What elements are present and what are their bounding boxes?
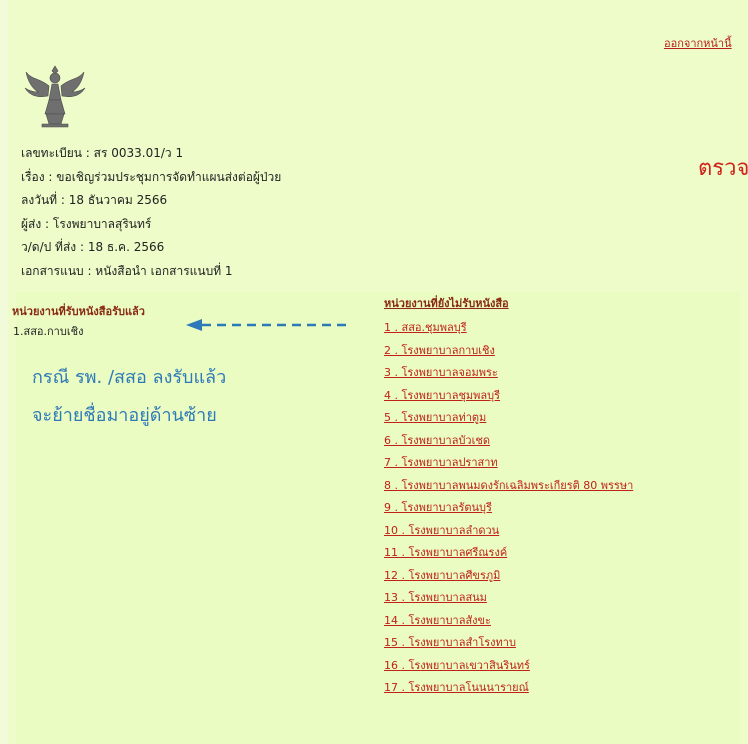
received-item: 1.สสอ.กาบเชิง xyxy=(13,325,84,338)
pending-item-6[interactable]: 6 . โรงพยาบาลบัวเชด xyxy=(384,431,633,454)
received-heading: หน่วยงานที่รับหนังสือรับแล้ว xyxy=(12,305,145,318)
pending-item-16[interactable]: 16 . โรงพยาบาลเขวาสินรินทร์ xyxy=(384,656,633,679)
annotation-line-2: จะย้ายชื่อมาอยู่ด้านซ้าย xyxy=(32,405,217,426)
pending-item-13[interactable]: 13 . โรงพยาบาลสนม xyxy=(384,588,633,611)
document-info: เลขทะเบียน : สร 0033.01/ว 1 เรื่อง : ขอเ… xyxy=(21,142,281,283)
pending-item-1[interactable]: 1 . สสอ.ชุมพลบุรี xyxy=(384,318,633,341)
pending-list: 1 . สสอ.ชุมพลบุรี 2 . โรงพยาบาลกาบเชิง 3… xyxy=(384,318,633,701)
dashed-arrow-icon xyxy=(186,319,352,331)
pending-item-3[interactable]: 3 . โรงพยาบาลจอมพระ xyxy=(384,363,633,386)
title-fragment: ตรวจ xyxy=(698,156,748,181)
document-subject: เรื่อง : ขอเชิญร่วมประชุมการจัดทำแผนส่งต… xyxy=(21,169,282,184)
pending-item-8[interactable]: 8 . โรงพยาบาลพนมดงรักเฉลิมพระเกียรติ 80 … xyxy=(384,476,633,499)
document-sender: ผู้ส่ง : โรงพยาบาลสุรินทร์ xyxy=(21,216,152,231)
garuda-emblem-icon xyxy=(24,65,86,128)
document-date: ลงวันที่ : 18 ธันวาคม 2566 xyxy=(21,193,168,207)
pending-item-10[interactable]: 10 . โรงพยาบาลลำดวน xyxy=(384,521,633,544)
pending-item-11[interactable]: 11 . โรงพยาบาลศรีณรงค์ xyxy=(384,543,633,566)
pending-item-15[interactable]: 15 . โรงพยาบาลสำโรงทาบ xyxy=(384,633,633,656)
pending-item-17[interactable]: 17 . โรงพยาบาลโนนนารายณ์ xyxy=(384,678,633,701)
attachment-info: เอกสารแนบ : หนังสือนำ เอกสารแนบที่ 1 xyxy=(21,263,233,278)
sent-date: ว/ด/ป ที่ส่ง : 18 ธ.ค. 2566 xyxy=(21,240,165,254)
pending-item-14[interactable]: 14 . โรงพยาบาลสังขะ xyxy=(384,611,633,634)
pending-item-2[interactable]: 2 . โรงพยาบาลกาบเชิง xyxy=(384,341,633,364)
logout-link[interactable]: ออกจากหน้านี้ xyxy=(664,34,732,52)
pending-item-9[interactable]: 9 . โรงพยาบาลรัตนบุรี xyxy=(384,498,633,521)
pending-heading: หน่วยงานที่ยังไม่รับหนังสือ xyxy=(384,297,509,310)
pending-item-4[interactable]: 4 . โรงพยาบาลชุมพลบุรี xyxy=(384,386,633,409)
registration-number: เลขทะเบียน : สร 0033.01/ว 1 xyxy=(21,146,184,160)
pending-item-12[interactable]: 12 . โรงพยาบาลศีขรภูมิ xyxy=(384,566,633,589)
annotation-line-1: กรณี รพ. /สสอ ลงรับแล้ว xyxy=(32,367,227,388)
pending-item-7[interactable]: 7 . โรงพยาบาลปราสาท xyxy=(384,453,633,476)
pending-item-5[interactable]: 5 . โรงพยาบาลท่าตูม xyxy=(384,408,633,431)
